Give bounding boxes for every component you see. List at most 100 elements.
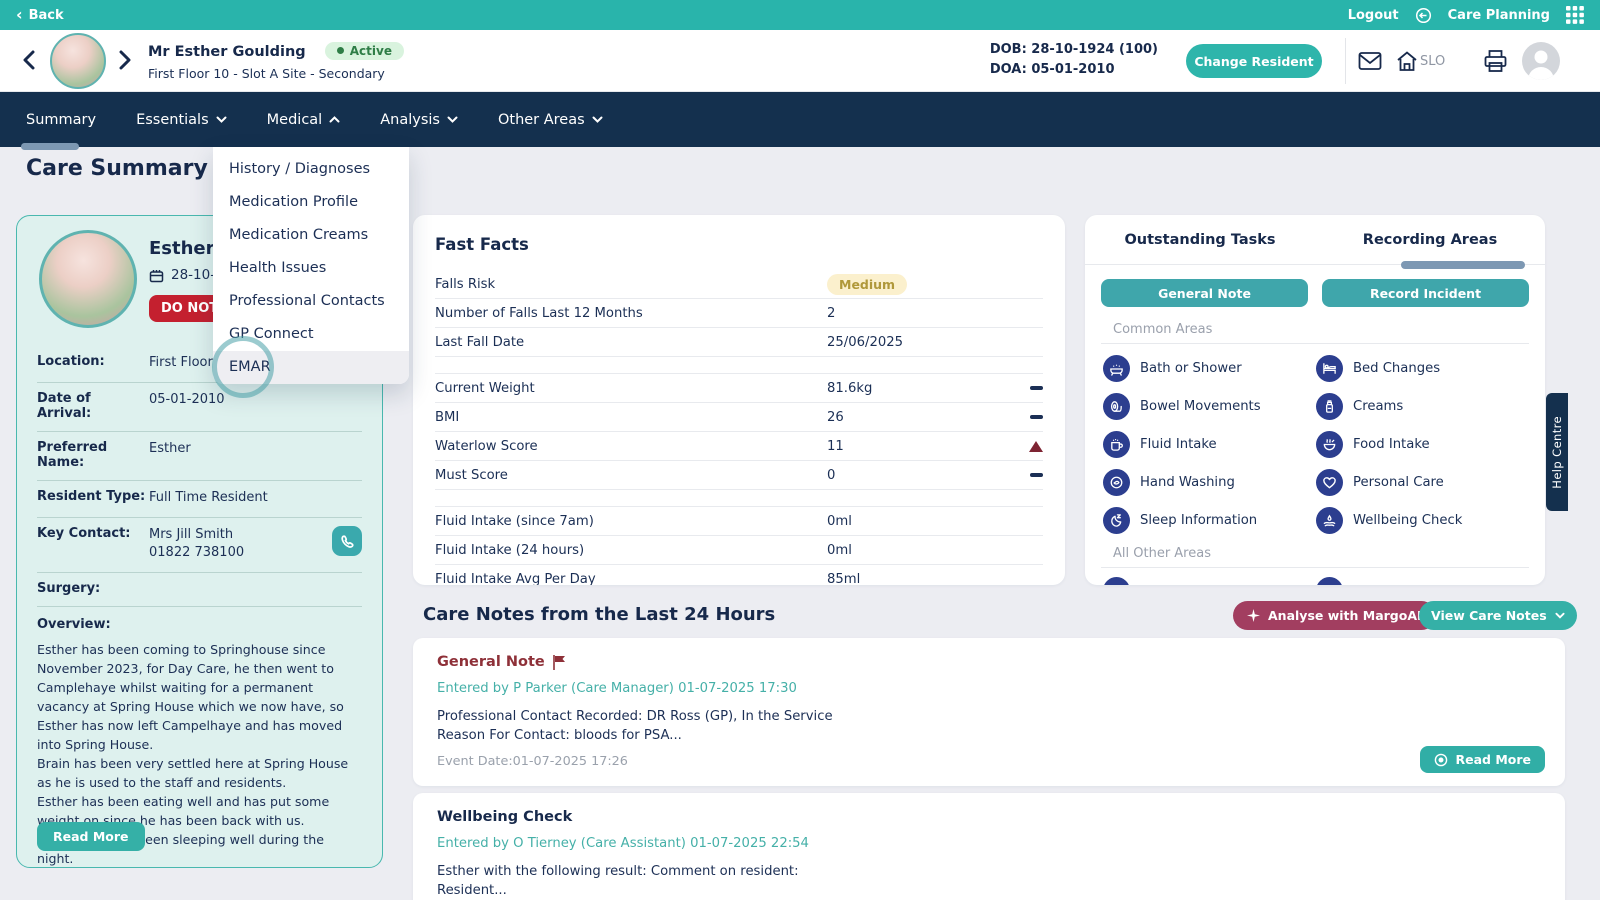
menu-item-medication-profile[interactable]: Medication Profile	[213, 186, 409, 219]
note-entered-by: Entered by O Tierney (Care Assistant) 01…	[437, 836, 1541, 851]
menu-item-emar[interactable]: EMAR	[213, 351, 409, 384]
chevron-up-icon	[329, 116, 340, 123]
field-row-resident-type: Resident Type: Full Time Resident	[37, 481, 362, 518]
menu-item-history-diagnoses[interactable]: History / Diagnoses	[213, 153, 409, 186]
page-title: Care Summary	[26, 156, 208, 181]
site-home-button[interactable]: SLO	[1396, 51, 1445, 72]
menu-item-professional-contacts[interactable]: Professional Contacts	[213, 285, 409, 318]
chevron-down-icon	[592, 116, 603, 123]
fact-row-fluid-since-7am: Fluid Intake (since 7am) 0ml	[435, 507, 1043, 536]
back-chevron-icon: ‹	[16, 7, 23, 23]
trend-up-icon	[1029, 441, 1043, 452]
print-icon[interactable]	[1483, 49, 1508, 73]
menu-item-medication-creams[interactable]: Medication Creams	[213, 219, 409, 252]
area-item-bath-or-shower[interactable]: Bath or Shower	[1103, 355, 1316, 382]
note-body: Professional Contact Recorded: DR Ross (…	[437, 707, 897, 745]
area-item-sleep-information[interactable]: Sleep Information	[1103, 507, 1316, 534]
resident-photo-large	[39, 230, 137, 328]
general-note-button[interactable]: General Note	[1101, 279, 1308, 307]
sleep-moon-icon	[1103, 507, 1130, 534]
fact-row-fluid-24h: Fluid Intake (24 hours) 0ml	[435, 536, 1043, 565]
top-app-bar: ‹ Back Logout Care Planning	[0, 0, 1600, 30]
cream-tube-icon	[1316, 393, 1343, 420]
fast-facts-title: Fast Facts	[435, 235, 1043, 254]
fact-row-bmi: BMI 26	[435, 403, 1043, 432]
main-nav: Summary Essentials Medical Analysis Othe…	[0, 92, 1600, 147]
call-key-contact-button[interactable]	[332, 526, 362, 556]
area-item-bed-changes[interactable]: Bed Changes	[1316, 355, 1529, 382]
fact-row-waterlow-score: Waterlow Score 11	[435, 432, 1043, 461]
heart-icon	[1316, 469, 1343, 496]
area-item-hand-washing[interactable]: Hand Washing	[1103, 469, 1316, 496]
area-item-food-intake[interactable]: Food Intake	[1316, 431, 1529, 458]
change-resident-button[interactable]: Change Resident	[1186, 44, 1322, 78]
dob-text: DOB: 28-10-1924 (100)	[990, 40, 1158, 60]
area-item-bowel-movements[interactable]: Bowel Movements	[1103, 393, 1316, 420]
field-row-preferred-name: Preferred Name: Esther	[37, 432, 362, 481]
analyse-with-margoai-button[interactable]: Analyse with MargoAI	[1233, 601, 1436, 630]
area-item-wellbeing-check[interactable]: Wellbeing Check	[1316, 507, 1529, 534]
cup-icon	[1103, 431, 1130, 458]
user-avatar[interactable]	[1522, 42, 1560, 80]
mail-icon[interactable]	[1358, 51, 1382, 71]
nav-item-essentials[interactable]: Essentials	[136, 112, 227, 128]
record-incident-button[interactable]: Record Incident	[1322, 279, 1529, 307]
fact-row-falls-count: Number of Falls Last 12 Months 2	[435, 299, 1043, 328]
trend-flat-icon	[1030, 386, 1043, 390]
area-item-clipped[interactable]	[1103, 577, 1316, 585]
tab-recording-areas[interactable]: Recording Areas	[1315, 215, 1545, 265]
fact-row-falls-risk: Falls Risk Medium	[435, 270, 1043, 299]
note-event-date: Event Date:01-07-2025 17:26	[437, 754, 1541, 769]
recording-panel: Outstanding Tasks Recording Areas Genera…	[1085, 215, 1545, 585]
area-item-clipped[interactable]	[1316, 577, 1529, 585]
next-resident-button[interactable]	[118, 50, 136, 72]
nav-item-other-areas[interactable]: Other Areas	[498, 112, 603, 128]
apps-grid-icon[interactable]	[1566, 6, 1584, 24]
fact-row-current-weight: Current Weight 81.6kg	[435, 374, 1043, 403]
active-nav-indicator	[21, 143, 79, 150]
common-areas-label: Common Areas	[1113, 322, 1529, 337]
fact-group-separator	[435, 357, 1043, 374]
nav-item-analysis[interactable]: Analysis	[380, 112, 458, 128]
resident-photo	[50, 33, 106, 89]
resident-location: First Floor 10 - Slot A Site - Secondary	[148, 66, 404, 81]
view-care-notes-button[interactable]: View Care Notes	[1419, 601, 1577, 630]
area-item-creams[interactable]: Creams	[1316, 393, 1529, 420]
note-entered-by: Entered by P Parker (Care Manager) 01-07…	[437, 681, 1541, 696]
fact-row-fluid-avg: Fluid Intake Avg Per Day 85ml	[435, 565, 1043, 585]
chevron-down-icon	[216, 116, 227, 123]
app-name: Care Planning	[1448, 8, 1550, 23]
status-dot-icon	[337, 47, 344, 54]
area-item-personal-care[interactable]: Personal Care	[1316, 469, 1529, 496]
help-centre-tab[interactable]: Help Centre	[1546, 393, 1568, 511]
logout-button[interactable]: Logout	[1348, 8, 1399, 23]
area-item-fluid-intake[interactable]: Fluid Intake	[1103, 431, 1316, 458]
logout-icon[interactable]	[1415, 7, 1432, 24]
previous-resident-button[interactable]	[22, 50, 40, 72]
bed-icon	[1316, 355, 1343, 382]
fact-row-last-fall-date: Last Fall Date 25/06/2025	[435, 328, 1043, 357]
note-category: Wellbeing Check	[437, 809, 572, 825]
phone-icon	[340, 534, 355, 549]
overview-read-more-button[interactable]: Read More	[37, 822, 145, 851]
flag-icon	[553, 655, 566, 670]
back-button[interactable]: ‹ Back	[16, 7, 64, 23]
section-divider	[1101, 343, 1529, 344]
note-category: General Note	[437, 654, 545, 670]
note-body: Esther with the following result: Commen…	[437, 862, 897, 900]
care-notes-title: Care Notes from the Last 24 Hours	[423, 604, 775, 625]
site-code-label: SLO	[1420, 54, 1445, 69]
wellbeing-icon	[1316, 507, 1343, 534]
menu-item-health-issues[interactable]: Health Issues	[213, 252, 409, 285]
hand-wash-icon	[1103, 469, 1130, 496]
toilet-roll-icon	[1103, 393, 1130, 420]
active-tab-indicator	[1401, 261, 1525, 269]
falls-risk-badge: Medium	[827, 274, 907, 295]
sparkle-icon	[1247, 609, 1260, 622]
nav-item-medical[interactable]: Medical	[267, 112, 341, 128]
nav-item-summary[interactable]: Summary	[26, 112, 96, 128]
care-note-wellbeing-check: Wellbeing Check Entered by O Tierney (Ca…	[413, 793, 1565, 900]
note-read-more-button[interactable]: Read More	[1420, 746, 1545, 773]
tab-outstanding-tasks[interactable]: Outstanding Tasks	[1085, 215, 1315, 265]
menu-item-gp-connect[interactable]: GP Connect	[213, 318, 409, 351]
